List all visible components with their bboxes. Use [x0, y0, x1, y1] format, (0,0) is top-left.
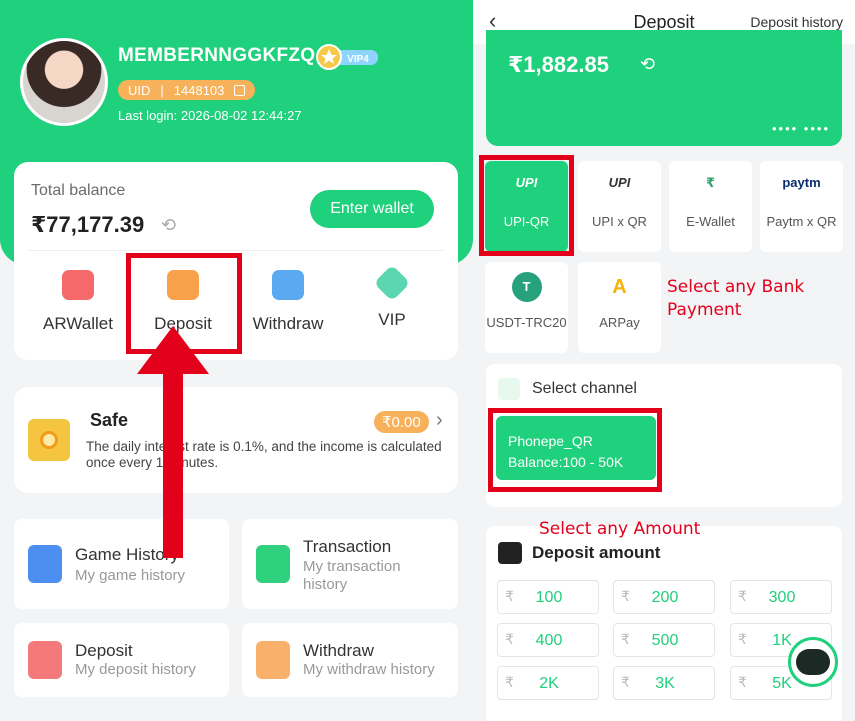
method-name: UPI x QR	[592, 214, 647, 229]
amount-option-400[interactable]: ₹400	[497, 623, 599, 657]
action-label: ARWallet	[43, 314, 113, 333]
action-label: Withdraw	[252, 314, 324, 333]
floating-chat-button[interactable]	[788, 637, 838, 687]
money-bag-icon: ₹	[705, 175, 716, 190]
sun-icon	[28, 419, 70, 461]
uid-value: 1448103	[173, 82, 225, 98]
card-dots: •••• ••••	[771, 121, 830, 136]
method-e-wallet[interactable]: ₹ E-Wallet	[669, 161, 752, 252]
enter-wallet-button[interactable]: Enter wallet	[310, 190, 434, 228]
action-vip[interactable]: VIP	[342, 264, 442, 330]
amount-option-100[interactable]: ₹100	[497, 580, 599, 614]
divider	[28, 250, 444, 251]
channel-icon	[498, 378, 520, 400]
uid-separator: |	[160, 82, 164, 98]
method-highlight-box	[479, 155, 574, 256]
annotation-arrow-shaft	[163, 368, 183, 558]
copy-icon[interactable]	[234, 84, 246, 96]
wallet-out-icon	[256, 641, 290, 679]
deposit-balance-card: ₹1,882.85 ⟲ •••• ••••	[486, 30, 842, 146]
account-panel: MEMBERNNGGKFZQ VIP4 UID | 1448103 Last l…	[0, 0, 473, 721]
tile-game-history[interactable]: Game History My game history	[14, 519, 229, 609]
total-balance-label: Total balance	[31, 182, 126, 199]
tile-transaction[interactable]: Transaction My transaction history	[242, 519, 458, 609]
method-name: E-Wallet	[686, 214, 735, 229]
amount-option-300[interactable]: ₹300	[730, 580, 832, 614]
tile-title: Deposit	[75, 641, 133, 660]
wallet-icon	[62, 270, 94, 300]
method-arpay[interactable]: A ARPay	[578, 262, 661, 353]
action-withdraw[interactable]: Withdraw	[238, 270, 338, 334]
safe-amount: ₹0.00	[374, 411, 429, 433]
tile-withdraw-history[interactable]: Withdraw My withdraw history	[242, 623, 458, 697]
avatar[interactable]	[20, 38, 108, 126]
annotation-arrow-up-icon	[137, 326, 209, 374]
uid-badge: UID | 1448103	[118, 80, 256, 100]
deposit-history-link[interactable]: Deposit history	[750, 14, 843, 30]
vip-badge-text: VIP4	[347, 54, 369, 65]
bookmark-icon	[28, 641, 62, 679]
amount-value: 500	[651, 632, 679, 649]
amount-value: 2K	[539, 675, 559, 692]
amount-option-3K[interactable]: ₹3K	[613, 666, 715, 700]
withdraw-icon	[272, 270, 304, 300]
tile-subtitle: My deposit history	[75, 661, 196, 678]
annotation-amount: Select any Amount	[539, 519, 701, 539]
amount-value: 400	[535, 632, 563, 649]
vip-icon	[373, 264, 411, 302]
amount-value: 3K	[655, 675, 675, 692]
deposit-amount-heading: Deposit amount	[532, 543, 661, 562]
method-name: Paytm x QR	[766, 214, 837, 229]
safe-card[interactable]: Safe ₹0.00 › The daily interest rate is …	[14, 387, 458, 493]
paytm-logo-icon: paytm	[782, 175, 821, 190]
username: MEMBERNNGGKFZQ	[118, 45, 316, 66]
action-arwallet[interactable]: ARWallet	[28, 270, 128, 334]
last-login: Last login: 2026-08-02 12:44:27	[118, 108, 302, 123]
method-name: ARPay	[599, 315, 640, 330]
method-usdt-trc20[interactable]: T USDT-TRC20	[485, 262, 568, 353]
amount-value: 200	[651, 589, 679, 606]
amount-option-200[interactable]: ₹200	[613, 580, 715, 614]
amount-option-500[interactable]: ₹500	[613, 623, 715, 657]
amount-option-2K[interactable]: ₹2K	[497, 666, 599, 700]
refresh-icon[interactable]: ⟲	[640, 54, 655, 75]
transaction-icon	[256, 545, 290, 583]
arpay-logo-icon: A	[612, 276, 627, 298]
annotation-bank: Select any Bank Payment	[667, 277, 805, 320]
method-upi-x-qr[interactable]: UPI UPI x QR	[578, 161, 661, 252]
deposit-balance-value: ₹1,882.85	[508, 52, 609, 77]
amount-value: 300	[768, 589, 796, 606]
safe-description: The daily interest rate is 0.1%, and the…	[86, 439, 442, 470]
chat-bubble-icon	[796, 649, 830, 675]
total-balance-value: ₹77,177.39	[31, 212, 145, 237]
chevron-right-icon: ›	[436, 409, 443, 431]
tile-title: Withdraw	[303, 641, 374, 660]
upi-logo-icon: UPI	[608, 175, 631, 190]
document-icon	[28, 545, 62, 583]
tile-subtitle: My withdraw history	[303, 661, 435, 678]
tether-logo: T	[511, 272, 542, 302]
tile-title: Transaction	[303, 537, 392, 556]
tile-deposit-history[interactable]: Deposit My deposit history	[14, 623, 229, 697]
safe-title: Safe	[90, 410, 129, 430]
deposit-panel: ‹ Deposit Deposit history ₹1,882.85 ⟲ ••…	[473, 0, 855, 721]
channel-heading: Select channel	[532, 380, 637, 397]
method-name: USDT-TRC20	[486, 315, 567, 330]
amount-value: 100	[535, 589, 563, 606]
tile-subtitle: My transaction history	[303, 558, 401, 593]
method-paytm-x-qr[interactable]: paytm Paytm x QR	[760, 161, 843, 252]
tile-subtitle: My game history	[75, 567, 186, 584]
wallet-icon	[498, 542, 522, 564]
action-label: VIP	[378, 310, 406, 329]
vip-badge-icon: VIP4	[316, 44, 378, 70]
refresh-icon[interactable]: ⟲	[161, 215, 181, 235]
uid-label: UID	[128, 82, 151, 98]
channel-highlight-box	[488, 408, 662, 492]
tether-icon: T	[485, 272, 568, 302]
